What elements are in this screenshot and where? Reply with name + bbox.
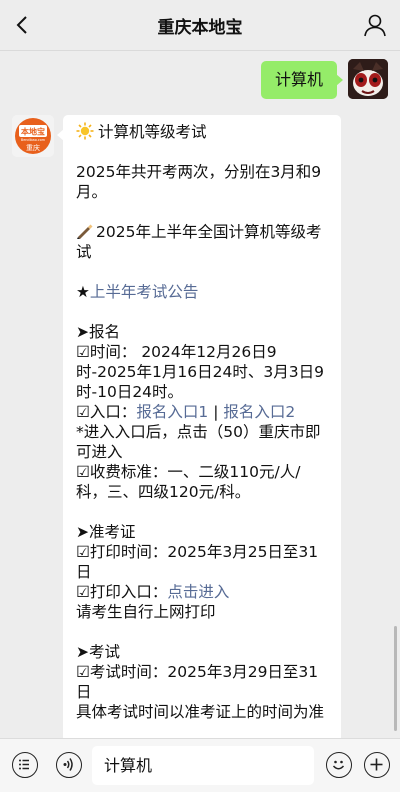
print-link[interactable]: 点击进入 [167, 583, 229, 601]
star-glyph: ★ [76, 283, 90, 301]
voice-icon[interactable] [56, 752, 82, 778]
chat-area[interactable]: 计算机 本地宝 Bendibao.com 重庆 计算机等级考试 2025年共开考… [0, 51, 400, 739]
exam-count-text: 2025年共开考两次，分别在3月和9月。 [76, 163, 322, 201]
incoming-message[interactable]: 计算机等级考试 2025年共开考两次，分别在3月和9月。 2025年上半年全国计… [57, 115, 341, 739]
section-title: 2025年上半年全国计算机等级考试 [76, 222, 328, 262]
exam-time: ☑考试时间：2025年3月29日至31日 [76, 663, 319, 701]
link-separator: | [208, 403, 224, 421]
scrollbar[interactable] [394, 626, 397, 731]
emoji-icon[interactable] [326, 752, 352, 778]
sun-icon [76, 122, 94, 140]
message-heading: 计算机等级考试 [76, 122, 328, 142]
back-chevron-icon[interactable] [10, 12, 36, 38]
message-input[interactable]: 计算机 [92, 746, 314, 785]
print-time: ☑打印时间：2025年3月25日至31日 [76, 543, 319, 581]
profile-icon[interactable] [362, 12, 388, 38]
print-entry-label: ☑打印入口： [76, 583, 168, 601]
my-avatar[interactable] [348, 59, 388, 99]
chat-title: 重庆本地宝 [157, 18, 243, 38]
fee-text: ☑收费标准：一、二级110元/人/科，三、四级120元/科。 [76, 463, 301, 501]
outgoing-message[interactable]: 计算机 [260, 61, 344, 99]
plus-icon[interactable] [364, 752, 390, 778]
announcement-link[interactable]: 上半年考试公告 [90, 283, 199, 301]
registration-heading: ➤报名 [76, 323, 120, 341]
announcement-row: ★上半年考试公告 [76, 282, 328, 302]
admission-heading: ➤准考证 [76, 523, 136, 541]
bendibao-avatar[interactable]: 本地宝 Bendibao.com 重庆 [12, 115, 54, 157]
top-bar: 重庆本地宝 [0, 0, 400, 51]
writing-hand-icon [76, 222, 94, 240]
section-title-text: 2025年上半年全国计算机等级考试 [76, 223, 322, 261]
registration-link-1[interactable]: 报名入口1 [136, 403, 208, 421]
registration-entry-row: ☑入口：报名入口1 | 报名入口2 [76, 402, 328, 422]
print-entry-row: ☑打印入口：点击进入 [76, 582, 328, 602]
exam-heading: ➤考试 [76, 643, 120, 661]
entry-note: *进入入口后，点击（50）重庆市即可进入 [76, 423, 321, 461]
entry-label: ☑入口： [76, 403, 137, 421]
registration-link-2[interactable]: 报名入口2 [223, 403, 295, 421]
logo-text: 本地宝 [20, 127, 45, 137]
registration-time: ☑时间： 2024年12月26日9时-2025年1月16日24时、3月3日9时-… [76, 343, 324, 401]
input-bar: 计算机 [0, 738, 400, 792]
print-note: 请考生自行上网打印 [76, 603, 216, 621]
logo-url: Bendibao.com [21, 138, 46, 142]
logo-sub: 重庆 [26, 143, 40, 152]
menu-icon[interactable] [12, 752, 38, 778]
exam-note: 具体考试时间以准考证上的时间为准 [76, 703, 325, 721]
heading-text: 计算机等级考试 [98, 123, 207, 141]
